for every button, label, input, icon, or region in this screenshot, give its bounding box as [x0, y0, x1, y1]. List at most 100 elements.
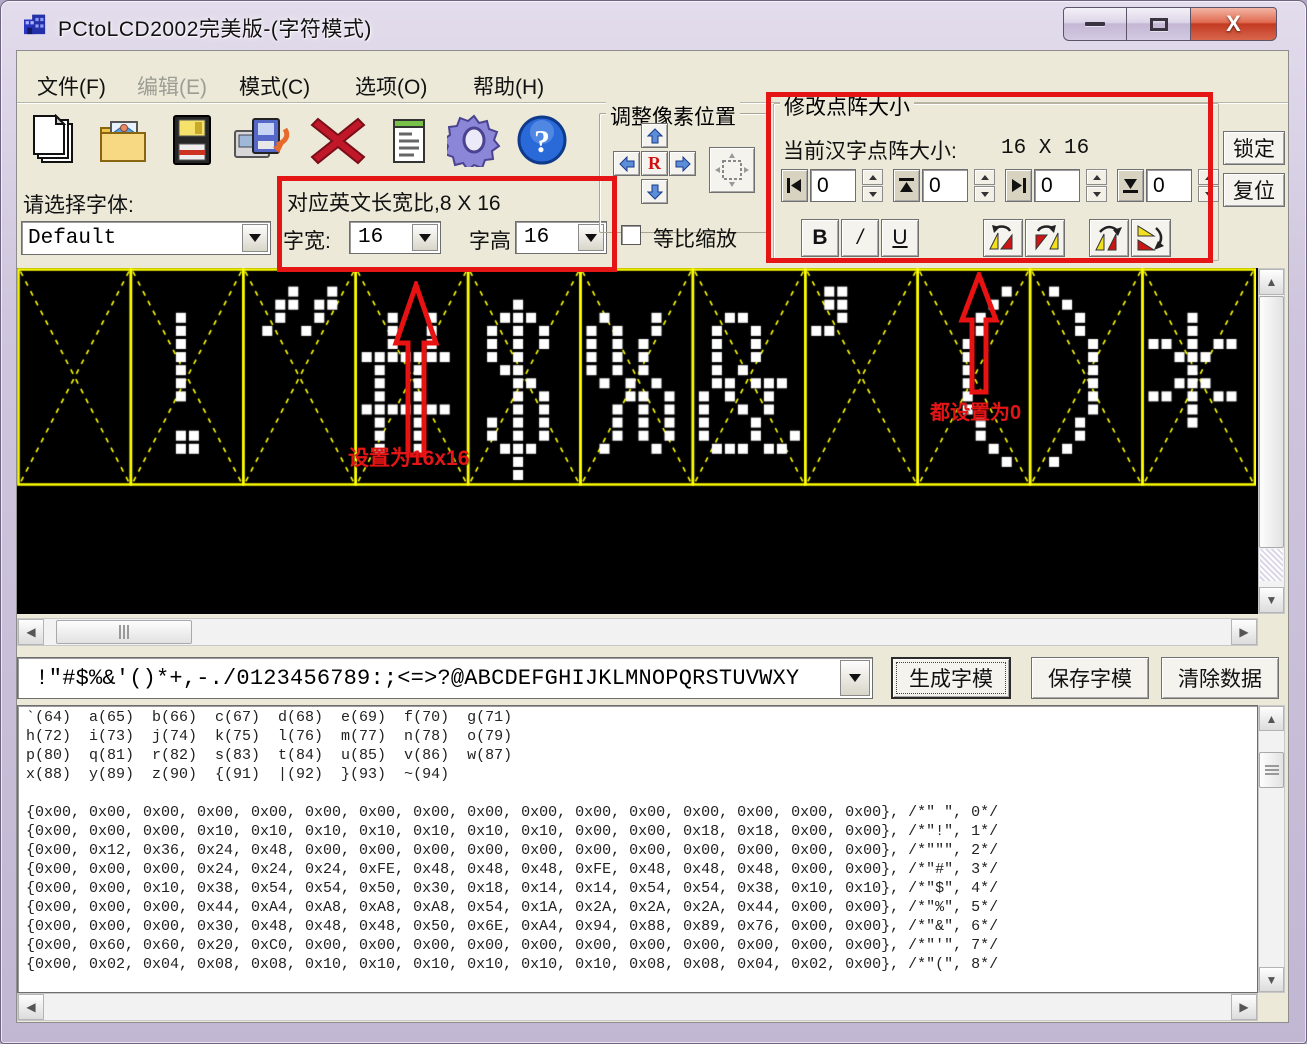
char-height-value: 16 — [516, 226, 549, 249]
push-bottom-icon — [1122, 177, 1139, 194]
save-icon[interactable] — [163, 111, 221, 169]
flip-vertical-button[interactable] — [1089, 219, 1129, 257]
report-icon[interactable] — [379, 111, 437, 169]
char-width-value: 16 — [350, 226, 383, 249]
save-font-button[interactable]: 保存字模 — [1031, 657, 1149, 699]
center-fit-button[interactable] — [709, 147, 755, 193]
margin-bottom-spinner[interactable] — [1198, 169, 1219, 202]
matrix-current-label: 当前汉字点阵大小: — [783, 135, 957, 165]
rotate-left-button[interactable] — [983, 219, 1023, 257]
arrow-right-icon — [675, 156, 691, 172]
spinner-down-button[interactable] — [1198, 186, 1219, 202]
margin-top-icon-button[interactable] — [893, 169, 920, 202]
rotate-right-button[interactable] — [1025, 219, 1065, 257]
spinner-down-button[interactable] — [974, 186, 995, 202]
move-left-button[interactable] — [613, 151, 640, 176]
flip-horizontal-button[interactable] — [1131, 219, 1171, 257]
lcd-horizontal-scrollbar[interactable]: ◀ ▶ — [17, 618, 1258, 646]
margin-right-input[interactable]: 0 — [1034, 169, 1080, 202]
settings-icon[interactable] — [445, 111, 503, 169]
spinner-up-button[interactable] — [1198, 169, 1219, 185]
lock-button[interactable]: 锁定 — [1223, 131, 1285, 165]
titlebar[interactable]: PCtoLCD2002完美版-(字符模式) X — [0, 0, 1307, 50]
margin-left-spinner[interactable] — [862, 169, 883, 202]
scroll-down-button[interactable]: ▼ — [1259, 587, 1284, 613]
menu-bar: 文件(F) 编辑(E) 模式(C) 选项(O) 帮助(H) — [17, 65, 1288, 103]
reset-button[interactable]: 复位 — [1223, 173, 1285, 207]
font-select-dropdown-button[interactable] — [242, 224, 268, 252]
italic-button[interactable]: / — [841, 219, 879, 257]
margin-right-spinner[interactable] — [1086, 169, 1107, 202]
char-width-combobox[interactable]: 16 — [349, 221, 441, 254]
spinner-down-button[interactable] — [862, 186, 883, 202]
new-file-icon[interactable] — [25, 111, 83, 169]
output-vertical-scrollbar[interactable]: ▲ ▼ — [1258, 705, 1285, 993]
char-width-dropdown-button[interactable] — [412, 224, 438, 251]
scrollbar-track[interactable] — [1260, 549, 1283, 581]
font-select-combobox[interactable]: Default — [21, 221, 271, 255]
spinner-up-button[interactable] — [1086, 169, 1107, 185]
margin-left-icon-button[interactable] — [781, 169, 808, 202]
output-area[interactable]: `(64) a(65) b(66) c(67) d(68) e(69) f(70… — [17, 705, 1258, 993]
menu-help[interactable]: 帮助(H) — [473, 71, 544, 101]
char-select-value: !"#$%&'()*+,-./0123456789:;<=>?@ABCDEFGH… — [18, 666, 799, 691]
char-select-dropdown-button[interactable] — [840, 660, 870, 696]
minimize-button[interactable] — [1063, 7, 1127, 41]
scrollbar-thumb[interactable] — [1259, 296, 1284, 548]
window-title: PCtoLCD2002完美版-(字符模式) — [58, 13, 372, 43]
char-width-label: 字宽: — [283, 225, 331, 255]
close-button[interactable]: X — [1191, 7, 1277, 41]
generate-button[interactable]: 生成字模 — [891, 657, 1011, 699]
scroll-left-button[interactable]: ◀ — [18, 994, 44, 1020]
save-as-icon[interactable] — [233, 111, 291, 169]
margin-bottom-icon-button[interactable] — [1117, 169, 1144, 202]
spinner-up-button[interactable] — [862, 169, 883, 185]
pixel-reset-button[interactable]: R — [641, 151, 668, 176]
rotate-right-icon — [1030, 225, 1060, 251]
spinner-down-button[interactable] — [1086, 186, 1107, 202]
margin-top-spinner[interactable] — [974, 169, 995, 202]
move-right-button[interactable] — [669, 151, 696, 176]
scrollbar-thumb[interactable] — [1259, 752, 1284, 788]
move-down-button[interactable] — [641, 179, 668, 204]
scroll-right-icon: ▶ — [1239, 625, 1248, 639]
menu-edit[interactable]: 编辑(E) — [137, 71, 207, 101]
margin-bottom-input[interactable]: 0 — [1146, 169, 1192, 202]
font-select-value: Default — [22, 227, 116, 250]
char-height-combobox[interactable]: 16 — [515, 221, 607, 254]
arrow-left-icon — [619, 156, 635, 172]
scroll-up-button[interactable]: ▲ — [1259, 269, 1284, 295]
scroll-right-button[interactable]: ▶ — [1231, 619, 1257, 645]
move-up-button[interactable] — [641, 123, 668, 148]
flip-horizontal-icon — [1136, 224, 1166, 252]
spinner-down-icon — [1205, 192, 1213, 197]
margin-right-icon-button[interactable] — [1005, 169, 1032, 202]
spinner-up-button[interactable] — [974, 169, 995, 185]
clear-data-button[interactable]: 清除数据 — [1161, 657, 1279, 699]
spinner-down-icon — [869, 192, 877, 197]
open-file-icon[interactable] — [95, 111, 153, 169]
help-icon[interactable]: ? — [513, 111, 571, 169]
menu-file[interactable]: 文件(F) — [37, 71, 106, 101]
delete-icon[interactable] — [309, 111, 367, 169]
lcd-vertical-scrollbar[interactable]: ▲ ▼ — [1258, 268, 1285, 614]
scrollbar-thumb[interactable] — [56, 620, 192, 644]
menu-options[interactable]: 选项(O) — [355, 71, 427, 101]
menu-mode[interactable]: 模式(C) — [239, 71, 310, 101]
scroll-left-button[interactable]: ◀ — [18, 619, 44, 645]
scroll-up-button[interactable]: ▲ — [1259, 706, 1284, 731]
maximize-button[interactable] — [1127, 7, 1191, 41]
margin-left-input[interactable]: 0 — [810, 169, 856, 202]
close-icon: X — [1226, 11, 1241, 37]
underline-button[interactable]: U — [881, 219, 919, 257]
scroll-down-button[interactable]: ▼ — [1259, 967, 1284, 992]
lcd-canvas[interactable] — [17, 268, 1256, 612]
scroll-right-button[interactable]: ▶ — [1231, 994, 1257, 1020]
scale-checkbox[interactable] — [621, 225, 641, 245]
maximize-icon — [1150, 18, 1168, 31]
char-select-combobox[interactable]: !"#$%&'()*+,-./0123456789:;<=>?@ABCDEFGH… — [17, 657, 873, 699]
margin-top-input[interactable]: 0 — [922, 169, 968, 202]
output-horizontal-scrollbar[interactable]: ◀ ▶ — [17, 993, 1258, 1021]
bold-button[interactable]: B — [801, 219, 839, 257]
rotate-left-icon — [988, 225, 1018, 251]
